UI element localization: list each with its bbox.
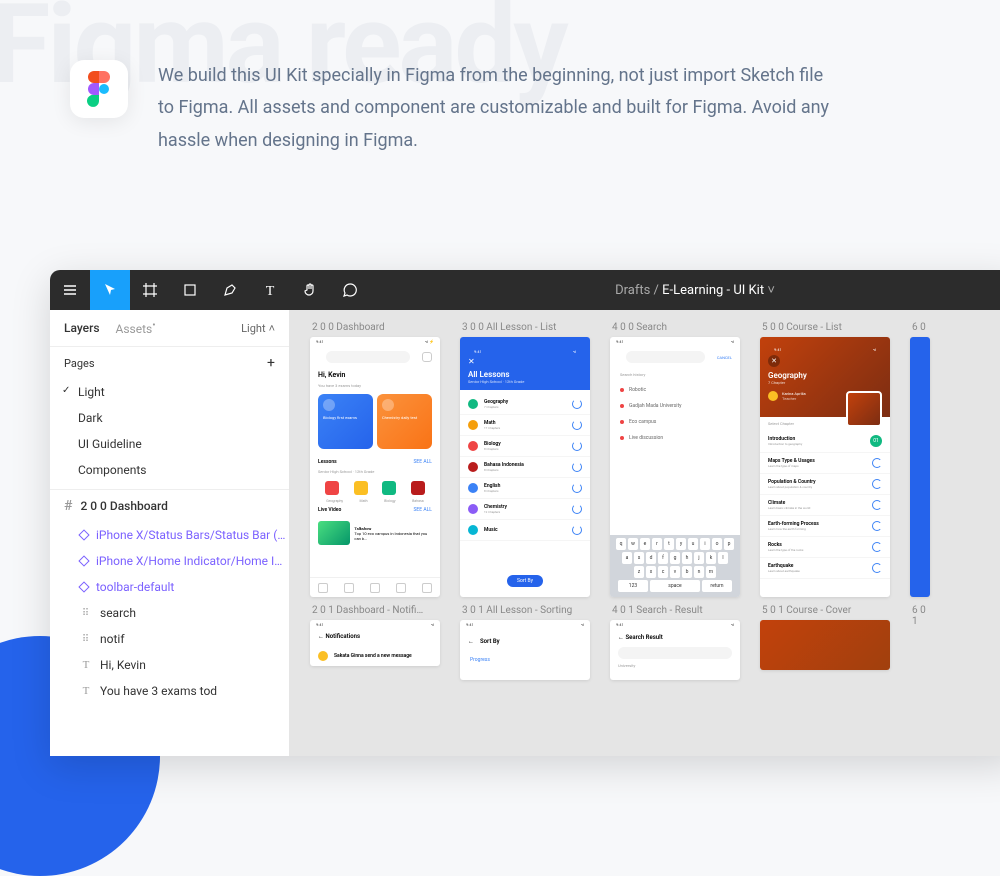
frame-tool-icon[interactable] — [130, 270, 170, 310]
component-icon — [78, 555, 89, 566]
page-item-guideline[interactable]: UI Guideline — [50, 431, 289, 457]
tab-assets[interactable]: Assets• — [116, 320, 156, 336]
group-icon: ⠿ — [80, 607, 92, 619]
frame-icon: # — [64, 498, 72, 514]
layer-item[interactable]: ⠿search — [50, 600, 289, 626]
layers-panel: Layers Assets• Light ˄ Pages + Light Dar… — [50, 310, 290, 756]
page-item-components[interactable]: Components — [50, 457, 289, 483]
artboard-search-result[interactable]: 4 0 1 Search - Result 9:41•ıl ← Search R… — [610, 605, 740, 680]
artboard-notif[interactable]: 2 0 1 Dashboard - Notifi… 9:41•ıl ← Noti… — [310, 605, 440, 680]
artboard-course-cover[interactable]: 5 0 1 Course - Cover — [760, 605, 890, 680]
component-icon — [78, 581, 89, 592]
frame-layer[interactable]: #2 0 0 Dashboard — [50, 489, 289, 522]
svg-text:T: T — [266, 284, 275, 298]
artboard-all-lessons[interactable]: 3 0 0 All Lesson - List 9:41•ıl ✕ All Le… — [460, 322, 590, 597]
hand-tool-icon[interactable] — [290, 270, 330, 310]
menu-icon[interactable] — [50, 270, 90, 310]
artboard-partial-2[interactable]: 6 0 1 — [910, 605, 930, 680]
text-tool-icon[interactable]: T — [250, 270, 290, 310]
artboard-sorting[interactable]: 3 0 1 All Lesson - Sorting 9:41•ıl ← Sor… — [460, 605, 590, 680]
artboard-search[interactable]: 4 0 0 Search 9:41•ıl CANCEL Search histo… — [610, 322, 740, 597]
pen-tool-icon[interactable] — [210, 270, 250, 310]
layer-item[interactable]: THi, Kevin — [50, 652, 289, 678]
document-title[interactable]: Drafts / E-Learning - UI Kit ˅ — [370, 282, 1000, 298]
layer-item[interactable]: ⠿notif — [50, 626, 289, 652]
page-selector[interactable]: Light ˄ — [241, 322, 275, 335]
layer-item[interactable]: iPhone X/Home Indicator/Home I… — [50, 548, 289, 574]
move-tool-icon[interactable] — [90, 270, 130, 310]
page-item-light[interactable]: Light — [50, 379, 289, 405]
layer-item[interactable]: toolbar-default — [50, 574, 289, 600]
artboard-course-list[interactable]: 5 0 0 Course - List 9:41•ıl ✕ Geography … — [760, 322, 890, 597]
comment-tool-icon[interactable] — [330, 270, 370, 310]
artboard-partial[interactable]: 6 0 — [910, 322, 930, 597]
figma-canvas[interactable]: 2 0 0 Dashboard 9:41•ıl ⚡ Hi, Kevin You … — [290, 310, 1000, 756]
hero-description: We build this UI Kit specially in Figma … — [158, 60, 838, 157]
page-item-dark[interactable]: Dark — [50, 405, 289, 431]
layer-item[interactable]: iPhone X/Status Bars/Status Bar (… — [50, 522, 289, 548]
figma-toolbar: T Drafts / E-Learning - UI Kit ˅ — [50, 270, 1000, 310]
text-icon: T — [80, 659, 92, 671]
add-page-icon[interactable]: + — [267, 355, 275, 371]
component-icon — [78, 529, 89, 540]
figma-app-window: T Drafts / E-Learning - UI Kit ˅ Layers … — [50, 270, 1000, 756]
group-icon: ⠿ — [80, 633, 92, 645]
tab-layers[interactable]: Layers — [64, 321, 100, 335]
artboard-dashboard[interactable]: 2 0 0 Dashboard 9:41•ıl ⚡ Hi, Kevin You … — [310, 322, 440, 597]
figma-logo-icon — [70, 60, 128, 118]
pages-header: Pages + — [50, 346, 289, 379]
layer-item[interactable]: TYou have 3 exams tod — [50, 678, 289, 704]
shape-tool-icon[interactable] — [170, 270, 210, 310]
text-icon: T — [80, 685, 92, 697]
hero-section: We build this UI Kit specially in Figma … — [0, 0, 1000, 177]
